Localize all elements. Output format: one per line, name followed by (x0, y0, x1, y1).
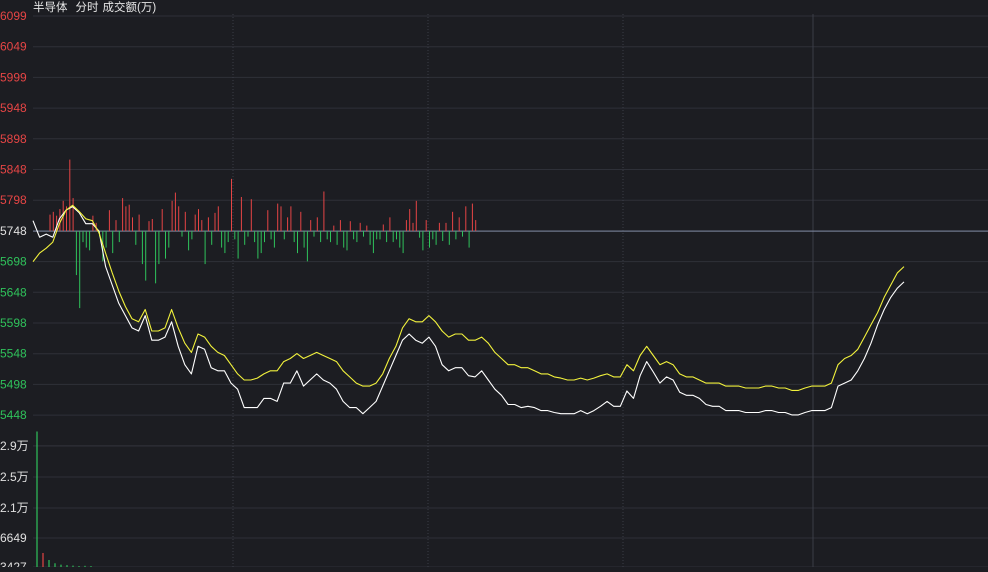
axis-layer: 6099 6049 5999 5948 5898 5848 5798 5748 5698 5648… (0, 9, 29, 572)
price-tick-label: 5698 (0, 255, 27, 269)
price-tick-label: 6049 (0, 40, 27, 54)
price-tick-label: 5598 (0, 316, 27, 330)
volume-tick-label: 3427 (0, 560, 27, 567)
price-tick-label: 5999 (0, 70, 27, 84)
volume-unit-label: 成交额(万) (102, 2, 157, 14)
price-tick-label: 6099 (0, 9, 27, 23)
price-tick-label: 5548 (0, 347, 27, 361)
volume-tick-label: 2.9万 (0, 439, 29, 453)
mode-label: 分时 (75, 2, 99, 14)
line-layer (32, 204, 905, 416)
price-tick-label: 5948 (0, 101, 27, 115)
delta-bar-layer (49, 159, 477, 309)
series-line-price (32, 206, 905, 416)
price-tick-label: 5498 (0, 377, 27, 391)
volume-bar-layer (36, 431, 92, 567)
price-tick-label: 5798 (0, 193, 27, 207)
price-tick-label: 5748 (0, 224, 27, 238)
chart-header: 半导体 分时 成交额(万) (33, 0, 156, 14)
volume-tick-label: 2.1万 (0, 501, 29, 515)
intraday-chart: 6099 6049 5999 5948 5898 5848 5798 5748 5698 5648… (0, 9, 988, 572)
volume-tick-label: 6649 (0, 531, 27, 545)
series-line-average (32, 204, 905, 391)
grid-layer (33, 14, 988, 568)
price-tick-label: 5448 (0, 408, 27, 422)
index-title: 半导体 (33, 2, 68, 14)
price-tick-label: 5898 (0, 132, 27, 146)
price-tick-label: 5648 (0, 285, 27, 299)
price-tick-label: 5848 (0, 163, 27, 177)
chart-stage: 6099 6049 5999 5948 5898 5848 5798 5748 5698 5648… (0, 0, 988, 572)
volume-tick-label: 2.5万 (0, 470, 29, 484)
